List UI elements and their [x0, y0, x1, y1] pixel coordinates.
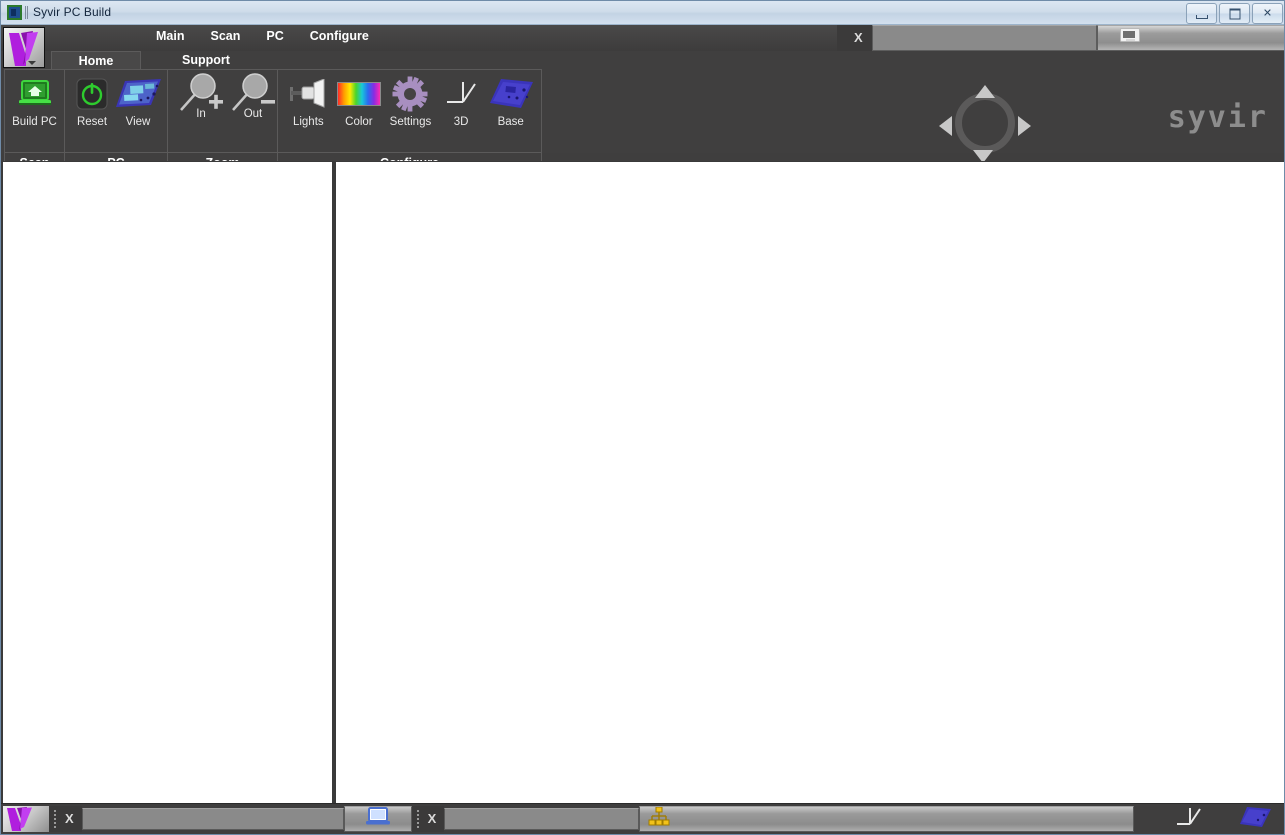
ribbon-group-configure: Lights Color Settings 3D Base	[278, 70, 541, 172]
motherboard-icon	[114, 74, 162, 114]
bottom-close-1[interactable]: X	[60, 808, 79, 830]
toolbar-panel-2[interactable]	[1096, 25, 1284, 51]
toolbar-handle-group-1: X	[837, 25, 872, 51]
right-content-pane[interactable]	[336, 162, 1284, 805]
menu-item-main[interactable]: Main	[156, 29, 184, 43]
laptop-icon[interactable]	[365, 807, 390, 831]
left-content-pane[interactable]	[3, 162, 332, 805]
bottom-panel-3[interactable]	[639, 806, 1135, 832]
power-button-icon	[75, 74, 109, 114]
hierarchy-icon[interactable]	[648, 806, 670, 832]
settings-button[interactable]: Settings	[384, 74, 437, 128]
nav-right-arrow-icon[interactable]	[1018, 116, 1031, 136]
brand-logo: syvir	[1167, 100, 1268, 135]
tab-home[interactable]: Home	[51, 51, 141, 69]
monitor-icon[interactable]	[1119, 28, 1140, 48]
menu-bar: Main Scan PC Configure	[156, 29, 369, 43]
bottom-handle-group-1: X	[49, 806, 82, 832]
maximize-button[interactable]	[1219, 3, 1250, 24]
menu-item-scan[interactable]: Scan	[210, 29, 240, 43]
color-spectrum-icon	[336, 74, 381, 114]
base-button[interactable]: Base	[485, 74, 536, 128]
reset-button[interactable]: Reset	[70, 74, 114, 128]
menu-item-configure[interactable]: Configure	[310, 29, 369, 43]
axis-3d-icon[interactable]	[1174, 804, 1204, 835]
app-menu-button[interactable]	[3, 27, 45, 68]
ribbon-group-scan: Build PC Scan	[5, 70, 65, 172]
toolbar-close-1[interactable]: X	[849, 25, 868, 51]
color-button[interactable]: Color	[334, 74, 385, 128]
navigation-ring	[955, 93, 1015, 153]
minimize-button[interactable]	[1186, 3, 1217, 24]
application-window: Syvir PC Build Main Scan PC Con	[0, 0, 1285, 835]
window-title: Syvir PC Build	[33, 5, 112, 19]
nav-left-arrow-icon[interactable]	[939, 116, 952, 136]
build-pc-label: Build PC	[12, 116, 57, 128]
bottom-app-logo[interactable]	[3, 806, 49, 832]
title-bar: Syvir PC Build	[1, 1, 1284, 25]
lights-label: Lights	[292, 116, 324, 128]
close-button[interactable]	[1252, 3, 1283, 24]
gear-icon	[392, 74, 428, 114]
floating-top-toolbar: X	[837, 25, 1284, 51]
settings-label: Settings	[389, 116, 432, 128]
toolbar-panel-1[interactable]	[871, 25, 1097, 51]
bottom-toolbar: X X	[1, 803, 1284, 834]
laptop-home-icon	[18, 74, 52, 114]
view-button[interactable]: View	[114, 74, 162, 128]
title-icon-bars	[25, 6, 29, 19]
bottom-handle-group-2: X	[411, 806, 445, 832]
content-area	[1, 161, 1284, 806]
bottom-grip-1[interactable]	[52, 809, 60, 829]
bottom-close-2[interactable]: X	[423, 808, 442, 830]
bottom-board-cell[interactable]	[1224, 805, 1284, 834]
view-label: View	[125, 116, 151, 128]
nav-up-arrow-icon[interactable]	[975, 85, 995, 98]
ribbon-groups: Build PC Scan	[4, 69, 542, 173]
tab-support[interactable]: Support	[171, 51, 241, 69]
bottom-panel-2[interactable]	[444, 808, 640, 830]
threed-label: 3D	[453, 116, 469, 128]
app-menu-caret-icon	[28, 61, 36, 65]
build-pc-button[interactable]: Build PC	[10, 74, 59, 128]
bottom-grip-2[interactable]	[414, 809, 423, 829]
color-label: Color	[345, 116, 373, 128]
threed-button[interactable]: 3D	[437, 74, 486, 128]
ribbon-group-pc: Reset View	[65, 70, 168, 172]
bottom-axis-cell[interactable]	[1154, 806, 1224, 832]
app-icon	[7, 5, 22, 20]
window-controls	[1186, 3, 1283, 24]
ribbon-group-zoom: In Out Zoom	[168, 70, 278, 172]
base-label: Base	[497, 116, 524, 128]
motherboard-icon[interactable]	[1238, 805, 1272, 834]
zoom-in-label: In	[196, 108, 206, 120]
bottom-laptop-cell[interactable]	[343, 806, 412, 832]
axis-3d-icon	[443, 74, 479, 114]
reset-label: Reset	[76, 116, 108, 128]
menu-item-pc[interactable]: PC	[266, 29, 283, 43]
zoom-out-label: Out	[243, 108, 263, 120]
spotlight-icon	[286, 74, 330, 114]
motherboard-base-icon	[488, 74, 534, 114]
bottom-panel-1[interactable]	[81, 808, 344, 830]
lights-button[interactable]: Lights	[283, 74, 334, 128]
